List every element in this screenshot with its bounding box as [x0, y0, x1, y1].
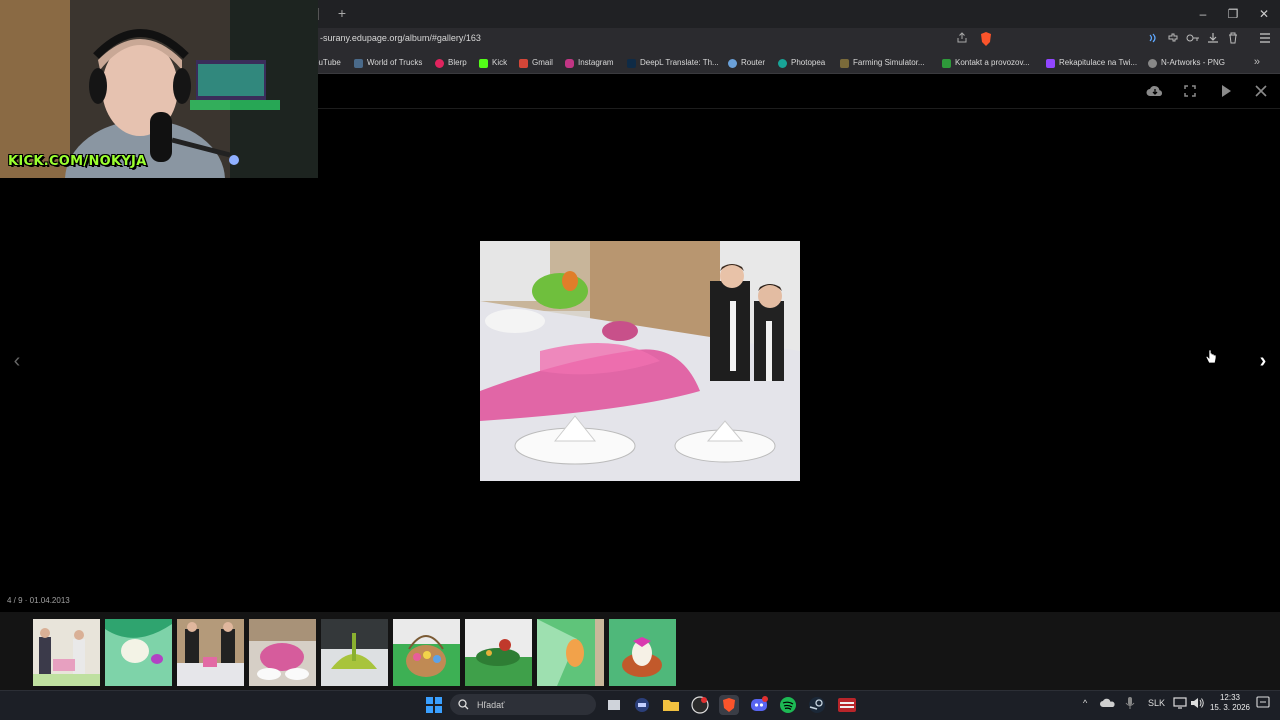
language-indicator[interactable]: SLK — [1148, 698, 1165, 708]
bookmark-label: Router — [741, 58, 766, 67]
volume-icon[interactable] — [1189, 695, 1209, 715]
vpn-icon[interactable] — [1185, 32, 1201, 48]
bookmark-kick[interactable]: Kick — [479, 56, 507, 70]
thumbnail[interactable] — [609, 619, 676, 686]
globe-icon — [1148, 58, 1157, 68]
restore-button[interactable]: ❐ — [1218, 4, 1248, 24]
thumbnail[interactable] — [465, 619, 532, 686]
blerp-icon — [435, 58, 444, 68]
trash-icon[interactable] — [1225, 32, 1241, 48]
system-clock[interactable]: 12:33 15. 3. 2026 — [1208, 693, 1252, 713]
bookmark-label: N-Artworks - PNG — [1161, 58, 1225, 67]
bookmark-blerp[interactable]: Blerp — [435, 56, 467, 70]
obs-icon[interactable] — [690, 695, 710, 715]
webcam-overlay: KICK.COM/NOKYJA — [0, 0, 318, 178]
bookmark-label: Gmail — [532, 58, 553, 67]
bookmark-label: Farming Simulator... — [853, 58, 925, 67]
bookmark-label: Instagram — [578, 58, 614, 67]
bookmark-label: Photopea — [791, 58, 826, 67]
brave-browser-icon[interactable] — [719, 695, 739, 715]
bookmark-router[interactable]: Router — [728, 56, 765, 70]
close-icon[interactable] — [1251, 84, 1271, 102]
minimize-button[interactable]: – — [1188, 4, 1218, 24]
screen: + – ❐ ✕ -surany.edupage.org/album/#galle… — [0, 0, 1280, 720]
gmail-icon — [519, 58, 528, 68]
instagram-icon — [565, 58, 574, 68]
bookmark-youtube[interactable]: ouTube — [314, 56, 341, 70]
download-icon[interactable] — [1205, 32, 1221, 48]
clock-time: 12:33 — [1219, 693, 1241, 702]
photopea-icon — [778, 58, 787, 68]
steam-icon[interactable] — [807, 695, 827, 715]
microphone-icon[interactable] — [1122, 695, 1142, 715]
bookmark-label: Kontakt a provozov... — [955, 58, 1030, 67]
play-icon[interactable] — [1216, 84, 1236, 102]
hand-cursor-icon — [1205, 349, 1217, 365]
tab-divider — [318, 8, 319, 20]
thumbnail[interactable] — [537, 619, 604, 686]
share-icon[interactable] — [954, 32, 970, 48]
file-explorer-icon[interactable] — [661, 695, 681, 715]
cloud-download-icon[interactable] — [1145, 84, 1165, 102]
tray-expand-button[interactable]: ^ — [1083, 698, 1087, 708]
bookmark-rekapitulace[interactable]: Rekapitulace na Twi... — [1046, 56, 1137, 70]
bookmark-label: DeepL Translate: Th... — [640, 58, 719, 67]
fullscreen-icon[interactable] — [1180, 84, 1200, 102]
bookmark-n-artworks[interactable]: N-Artworks - PNG — [1148, 56, 1225, 70]
onedrive-icon[interactable] — [1100, 695, 1120, 715]
viewer-divider — [318, 108, 1280, 109]
notification-icon[interactable] — [1256, 695, 1276, 715]
widgets-icon[interactable] — [632, 695, 652, 715]
bookmark-gmail[interactable]: Gmail — [519, 56, 553, 70]
thumbnail[interactable] — [321, 619, 388, 686]
webcam-channel-label: KICK.COM/NOKYJA — [8, 154, 147, 169]
twitch-icon — [1046, 58, 1055, 68]
previous-photo-button[interactable]: ‹ — [8, 350, 26, 372]
new-tab-button[interactable]: + — [334, 4, 350, 22]
table-setting-photo — [480, 241, 800, 481]
next-photo-button[interactable]: › — [1254, 350, 1272, 372]
kick-icon — [479, 58, 488, 68]
wallet-icon[interactable] — [1145, 32, 1161, 48]
thumbnail[interactable] — [105, 619, 172, 686]
search-icon — [458, 699, 469, 710]
bookmark-label: Blerp — [448, 58, 467, 67]
photo-counter: 4 / 9 · 01.04.2013 — [7, 596, 70, 605]
farming-icon — [840, 58, 849, 68]
discord-icon[interactable] — [749, 695, 769, 715]
webcam-feed — [0, 0, 318, 178]
router-icon — [728, 58, 737, 68]
window-close-button[interactable]: ✕ — [1249, 4, 1279, 24]
extensions-icon[interactable] — [1165, 32, 1181, 48]
search-placeholder: Hľadať — [477, 699, 505, 710]
game-app-icon[interactable] — [837, 695, 857, 715]
task-view-icon[interactable] — [604, 695, 624, 715]
thumbnail[interactable] — [33, 619, 100, 686]
bookmarks-overflow-button[interactable]: » — [1254, 56, 1260, 68]
windows-start-icon[interactable] — [424, 695, 444, 715]
spotify-icon[interactable] — [778, 695, 798, 715]
brave-shield-icon[interactable] — [978, 32, 994, 48]
thumbnail[interactable] — [177, 619, 244, 686]
url-field[interactable]: -surany.edupage.org/album/#gallery/163 — [320, 33, 481, 43]
bookmark-farming-simulator[interactable]: Farming Simulator... — [840, 56, 925, 70]
truck-icon — [354, 58, 363, 68]
taskbar-search[interactable]: Hľadať — [450, 694, 596, 715]
bookmark-label: Rekapitulace na Twi... — [1059, 58, 1138, 67]
bookmark-world-of-trucks[interactable]: World of Trucks — [354, 56, 422, 70]
bookmark-deepl[interactable]: DeepL Translate: Th... — [627, 56, 719, 70]
clock-date: 15. 3. 2026 — [1209, 703, 1251, 712]
bookmark-kontakt[interactable]: Kontakt a provozov... — [942, 56, 1030, 70]
bookmark-label: World of Trucks — [367, 58, 423, 67]
bookmark-photopea[interactable]: Photopea — [778, 56, 825, 70]
thumbnail[interactable] — [393, 619, 460, 686]
kontakt-icon — [942, 58, 951, 68]
menu-icon[interactable] — [1257, 32, 1273, 48]
thumbnail[interactable] — [249, 619, 316, 686]
gallery-photo[interactable] — [480, 241, 800, 481]
bookmark-instagram[interactable]: Instagram — [565, 56, 614, 70]
deepl-icon — [627, 58, 636, 68]
bookmark-label: ouTube — [314, 58, 341, 67]
bookmark-label: Kick — [492, 58, 508, 67]
